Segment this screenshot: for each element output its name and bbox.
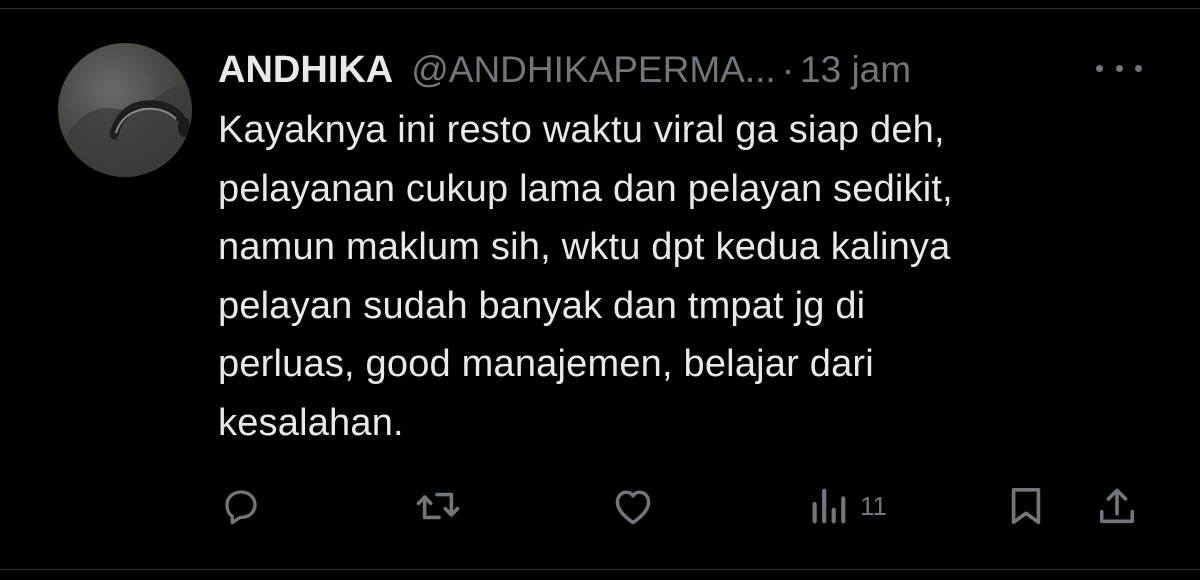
user-handle[interactable]: @ANDHIKAPERMA... bbox=[411, 49, 775, 91]
reply-icon bbox=[225, 490, 257, 525]
display-name[interactable]: ANDHIKA bbox=[218, 49, 393, 92]
tweet-header: ANDHIKA @ANDHIKAPERMA... · 13 jam bbox=[218, 45, 1158, 95]
bookmark-icon bbox=[1011, 487, 1041, 525]
bottom-divider bbox=[0, 569, 1200, 570]
views-count: 11 bbox=[860, 490, 887, 521]
bookmark-button[interactable] bbox=[1006, 485, 1046, 527]
reply-button[interactable] bbox=[220, 485, 262, 527]
avatar-image bbox=[58, 85, 192, 177]
avatar[interactable] bbox=[58, 43, 192, 177]
tweet[interactable]: ANDHIKA @ANDHIKAPERMA... · 13 jam Kayakn… bbox=[0, 9, 1200, 569]
views-button[interactable]: 11 bbox=[808, 485, 887, 527]
separator-dot: · bbox=[781, 49, 795, 90]
share-icon bbox=[1099, 488, 1135, 524]
action-bar: 11 bbox=[0, 477, 1200, 533]
like-button[interactable] bbox=[611, 485, 655, 527]
tweet-text: Kayaknya ini resto waktu viral ga siap d… bbox=[218, 109, 953, 444]
views-icon bbox=[812, 488, 846, 524]
retweet-button[interactable] bbox=[415, 485, 461, 527]
share-button[interactable] bbox=[1096, 485, 1138, 527]
timestamp[interactable]: 13 jam bbox=[800, 49, 911, 91]
like-icon bbox=[615, 490, 651, 525]
retweet-icon bbox=[416, 492, 460, 520]
more-icon[interactable] bbox=[1096, 53, 1142, 83]
